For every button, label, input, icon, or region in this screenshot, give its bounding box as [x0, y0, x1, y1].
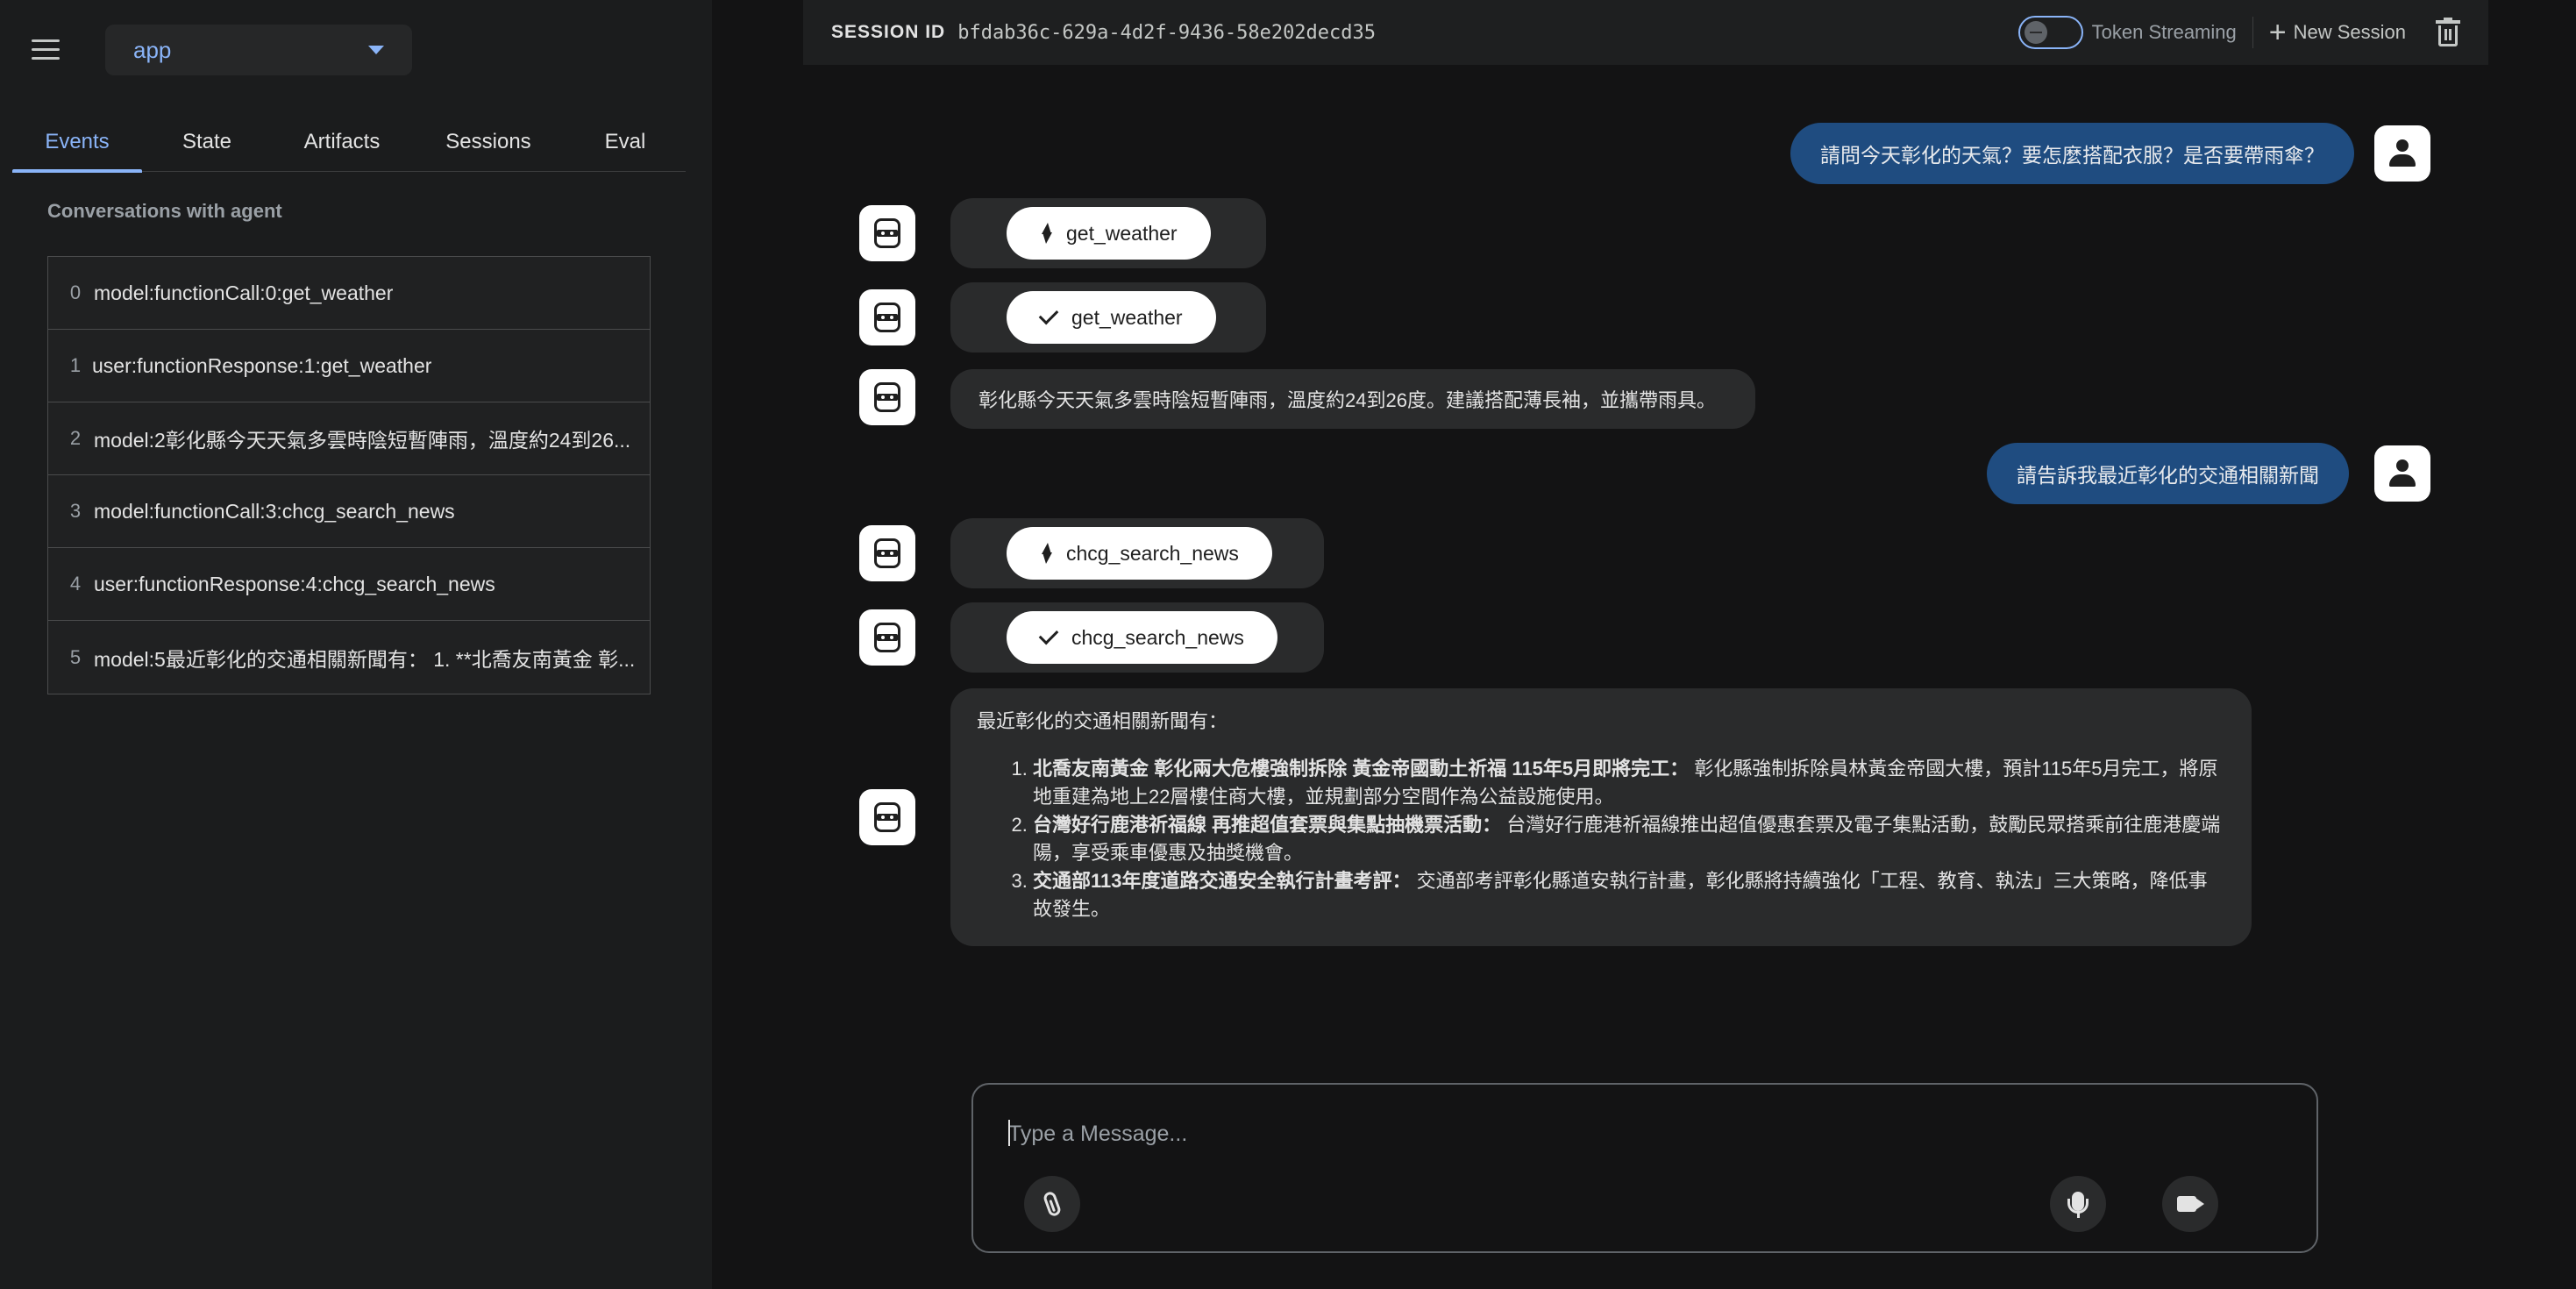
function-name: chcg_search_news: [1066, 541, 1239, 565]
event-index: 4: [69, 573, 82, 595]
bot-message: 彰化縣今天天氣多雲時陰短暫陣雨，溫度約24到26度。建議搭配薄長袖，並攜帶雨具。: [950, 369, 1755, 429]
microphone-icon: [2067, 1192, 2089, 1218]
tool-response-card: get_weather: [950, 282, 1266, 353]
news-item: 台灣好行鹿港祈福線 再推超值套票與集點抽機票活動： 台灣好行鹿港祈福線推出超值優…: [1033, 811, 2225, 867]
robot-icon: [874, 382, 900, 412]
bolt-icon: [1040, 223, 1052, 244]
function-call-chip[interactable]: chcg_search_news: [1007, 527, 1272, 580]
robot-icon: [874, 218, 900, 248]
robot-icon: [874, 538, 900, 568]
check-icon: [1038, 304, 1059, 325]
session-id-label: SESSION ID: [831, 22, 946, 42]
event-row[interactable]: 3 model:functionCall:3:chcg_search_news: [48, 475, 650, 548]
robot-icon: [874, 802, 900, 832]
event-row[interactable]: 4 user:functionResponse:4:chcg_search_ne…: [48, 548, 650, 621]
person-icon: [2389, 139, 2416, 167]
trash-icon[interactable]: [2436, 18, 2460, 47]
event-text: model:functionCall:0:get_weather: [94, 281, 394, 304]
user-avatar: [2374, 445, 2430, 502]
plus-icon: +: [2268, 16, 2287, 49]
user-message: 請問今天彰化的天氣？要怎麼搭配衣服？是否要帶雨傘？: [1790, 123, 2354, 184]
function-name: get_weather: [1071, 305, 1183, 329]
event-index: 0: [69, 281, 82, 303]
bot-message-intro: 最近彰化的交通相關新聞有：: [977, 710, 1228, 732]
token-streaming-control: Token Streaming: [2017, 16, 2237, 49]
news-item: 北喬友南黃金 彰化兩大危樓強制拆除 黃金帝國動土祈福 115年5月即將完工： 彰…: [1033, 755, 2225, 811]
app-select-value: app: [133, 36, 172, 63]
function-call-chip[interactable]: get_weather: [1007, 207, 1211, 260]
new-session-label: New Session: [2293, 21, 2406, 43]
event-text: model:2彰化縣今天天氣多雲時陰短暫陣雨，溫度約24到26...: [94, 429, 631, 452]
event-index: 2: [69, 427, 82, 449]
bot-avatar: [859, 205, 915, 261]
tool-call-card: chcg_search_news: [950, 518, 1324, 588]
message-input[interactable]: [1008, 1120, 2236, 1148]
tool-call-card: get_weather: [950, 198, 1266, 268]
event-row[interactable]: 0 model:functionCall:0:get_weather: [48, 257, 650, 330]
check-icon: [1038, 624, 1059, 645]
token-streaming-label: Token Streaming: [2091, 21, 2237, 43]
divider: [2252, 17, 2253, 48]
function-response-chip[interactable]: get_weather: [1007, 291, 1216, 344]
news-list: 北喬友南黃金 彰化兩大危樓強制拆除 黃金帝國動土祈福 115年5月即將完工： 彰…: [977, 755, 2225, 923]
event-index: 5: [69, 645, 82, 668]
microphone-button[interactable]: [2050, 1176, 2106, 1232]
bot-message: 最近彰化的交通相關新聞有： 北喬友南黃金 彰化兩大危樓強制拆除 黃金帝國動土祈福…: [950, 688, 2252, 946]
event-text: model:functionCall:3:chcg_search_news: [94, 499, 455, 523]
function-response-chip[interactable]: chcg_search_news: [1007, 611, 1277, 664]
event-text: model:5最近彰化的交通相關新聞有： 1. **北喬友南黃金 彰...: [94, 647, 636, 671]
event-index: 1: [69, 354, 82, 376]
tab-state[interactable]: State: [142, 112, 272, 172]
bot-avatar: [859, 289, 915, 345]
bot-avatar: [859, 609, 915, 666]
news-item-title: 台灣好行鹿港祈福線 再推超值套票與集點抽機票活動：: [1033, 814, 1502, 836]
chevron-down-icon: [368, 46, 384, 54]
function-name: get_weather: [1066, 221, 1178, 245]
menu-icon[interactable]: [32, 33, 70, 65]
tab-artifacts[interactable]: Artifacts: [272, 112, 412, 172]
news-item: 交通部113年度道路交通安全執行計畫考評： 交通部考評彰化縣道安執行計畫，彰化縣…: [1033, 867, 2225, 923]
session-header: SESSION ID bfdab36c-629a-4d2f-9436-58e20…: [803, 0, 2488, 65]
bot-avatar: [859, 525, 915, 581]
tool-response-card: chcg_search_news: [950, 602, 1324, 673]
new-session-button[interactable]: + New Session: [2269, 18, 2406, 47]
event-row[interactable]: 2 model:2彰化縣今天天氣多雲時陰短暫陣雨，溫度約24到26...: [48, 402, 650, 475]
tab-eval[interactable]: Eval: [565, 112, 686, 172]
event-text: user:functionResponse:1:get_weather: [92, 353, 432, 377]
event-row[interactable]: 1 user:functionResponse:1:get_weather: [48, 330, 650, 402]
event-row[interactable]: 5 model:5最近彰化的交通相關新聞有： 1. **北喬友南黃金 彰...: [48, 621, 650, 694]
attach-button[interactable]: [1024, 1176, 1080, 1232]
video-camera-icon: [2177, 1196, 2204, 1212]
event-index: 3: [69, 500, 82, 522]
sidebar-tabs: Events State Artifacts Sessions Eval: [12, 112, 686, 173]
robot-icon: [874, 303, 900, 332]
function-name: chcg_search_news: [1071, 625, 1244, 649]
tab-sessions[interactable]: Sessions: [412, 112, 565, 172]
video-button[interactable]: [2162, 1176, 2218, 1232]
bot-avatar: [859, 369, 915, 425]
token-streaming-toggle[interactable]: [2017, 16, 2083, 49]
events-list: 0 model:functionCall:0:get_weather 1 use…: [47, 256, 651, 694]
paperclip-icon: [1042, 1190, 1063, 1218]
sidebar: app Events State Artifacts Sessions Eval…: [0, 0, 712, 1289]
session-id-value: bfdab36c-629a-4d2f-9436-58e202decd35: [957, 21, 1377, 44]
tab-events[interactable]: Events: [12, 112, 142, 173]
message-composer: [971, 1083, 2318, 1253]
bolt-icon: [1040, 543, 1052, 564]
person-icon: [2389, 459, 2416, 488]
toggle-knob: [2024, 21, 2047, 44]
user-avatar: [2374, 125, 2430, 182]
text-cursor: [1008, 1120, 1010, 1146]
event-text: user:functionResponse:4:chcg_search_news: [94, 572, 495, 595]
news-item-title: 北喬友南黃金 彰化兩大危樓強制拆除 黃金帝國動土祈福 115年5月即將完工：: [1033, 758, 1690, 780]
bot-avatar: [859, 789, 915, 845]
section-title: Conversations with agent: [47, 200, 282, 222]
app-select[interactable]: app: [105, 25, 412, 75]
user-message: 請告訴我最近彰化的交通相關新聞: [1987, 443, 2349, 504]
news-item-title: 交通部113年度道路交通安全執行計畫考評：: [1033, 870, 1412, 892]
robot-icon: [874, 623, 900, 652]
